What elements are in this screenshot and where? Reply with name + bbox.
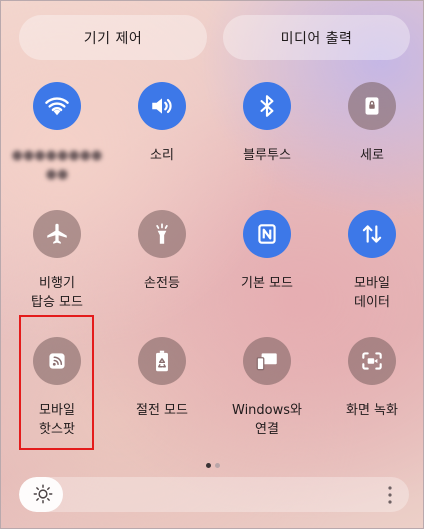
power-saving-icon[interactable] (138, 337, 186, 385)
tile-rotation[interactable]: 세로 (322, 82, 422, 165)
tile-wifi[interactable]: ●●●●●●●● ●● (7, 82, 107, 184)
tile-nfc[interactable]: 기본 모드 (217, 210, 317, 293)
tile-sound[interactable]: 소리 (112, 82, 212, 165)
nfc-icon[interactable] (243, 210, 291, 258)
sound-icon[interactable] (138, 82, 186, 130)
mobile-data-label: 모바일 데이터 (354, 276, 390, 310)
tile-mobile-data[interactable]: 모바일 데이터 (322, 210, 422, 312)
tile-flashlight[interactable]: 손전등 (112, 210, 212, 293)
tile-link-to-windows[interactable]: Windows와 연결 (217, 337, 317, 439)
flashlight-icon[interactable] (138, 210, 186, 258)
tile-screen-recorder[interactable]: 화면 녹화 (322, 337, 422, 420)
power-saving-label: 절전 모드 (136, 403, 188, 418)
page-dot (215, 463, 220, 468)
tile-power-saving[interactable]: 절전 모드 (112, 337, 212, 420)
mobile-data-icon[interactable] (348, 210, 396, 258)
more-options-icon[interactable] (387, 485, 393, 505)
bluetooth-icon[interactable] (243, 82, 291, 130)
sound-label: 소리 (150, 148, 174, 163)
nfc-label: 기본 모드 (241, 276, 293, 291)
tile-airplane-mode[interactable]: 비행기 탑승 모드 (7, 210, 107, 312)
rotation-label: 세로 (360, 148, 384, 163)
tile-bluetooth[interactable]: 블루투스 (217, 82, 317, 165)
media-output-button[interactable]: 미디어 출력 (223, 15, 410, 60)
bluetooth-label: 블루투스 (243, 148, 291, 163)
rotation-lock-icon[interactable] (348, 82, 396, 130)
device-control-label: 기기 제어 (83, 30, 143, 47)
brightness-slider[interactable] (19, 477, 409, 512)
screen-recorder-label: 화면 녹화 (346, 403, 398, 418)
device-control-button[interactable]: 기기 제어 (19, 15, 207, 60)
screen-recorder-icon[interactable] (348, 337, 396, 385)
link-to-windows-icon[interactable] (243, 337, 291, 385)
wifi-network-label: ●●●●●●●● ●● (11, 148, 103, 182)
highlight-box (19, 315, 94, 450)
page-dot (206, 463, 211, 468)
wifi-icon[interactable] (33, 82, 81, 130)
flashlight-label: 손전등 (144, 276, 180, 291)
brightness-sun-icon (33, 484, 53, 504)
airplane-icon[interactable] (33, 210, 81, 258)
link-to-windows-label: Windows와 연결 (232, 403, 302, 437)
page-indicator (1, 453, 424, 472)
airplane-mode-label: 비행기 탑승 모드 (31, 276, 83, 310)
media-output-label: 미디어 출력 (280, 30, 353, 47)
